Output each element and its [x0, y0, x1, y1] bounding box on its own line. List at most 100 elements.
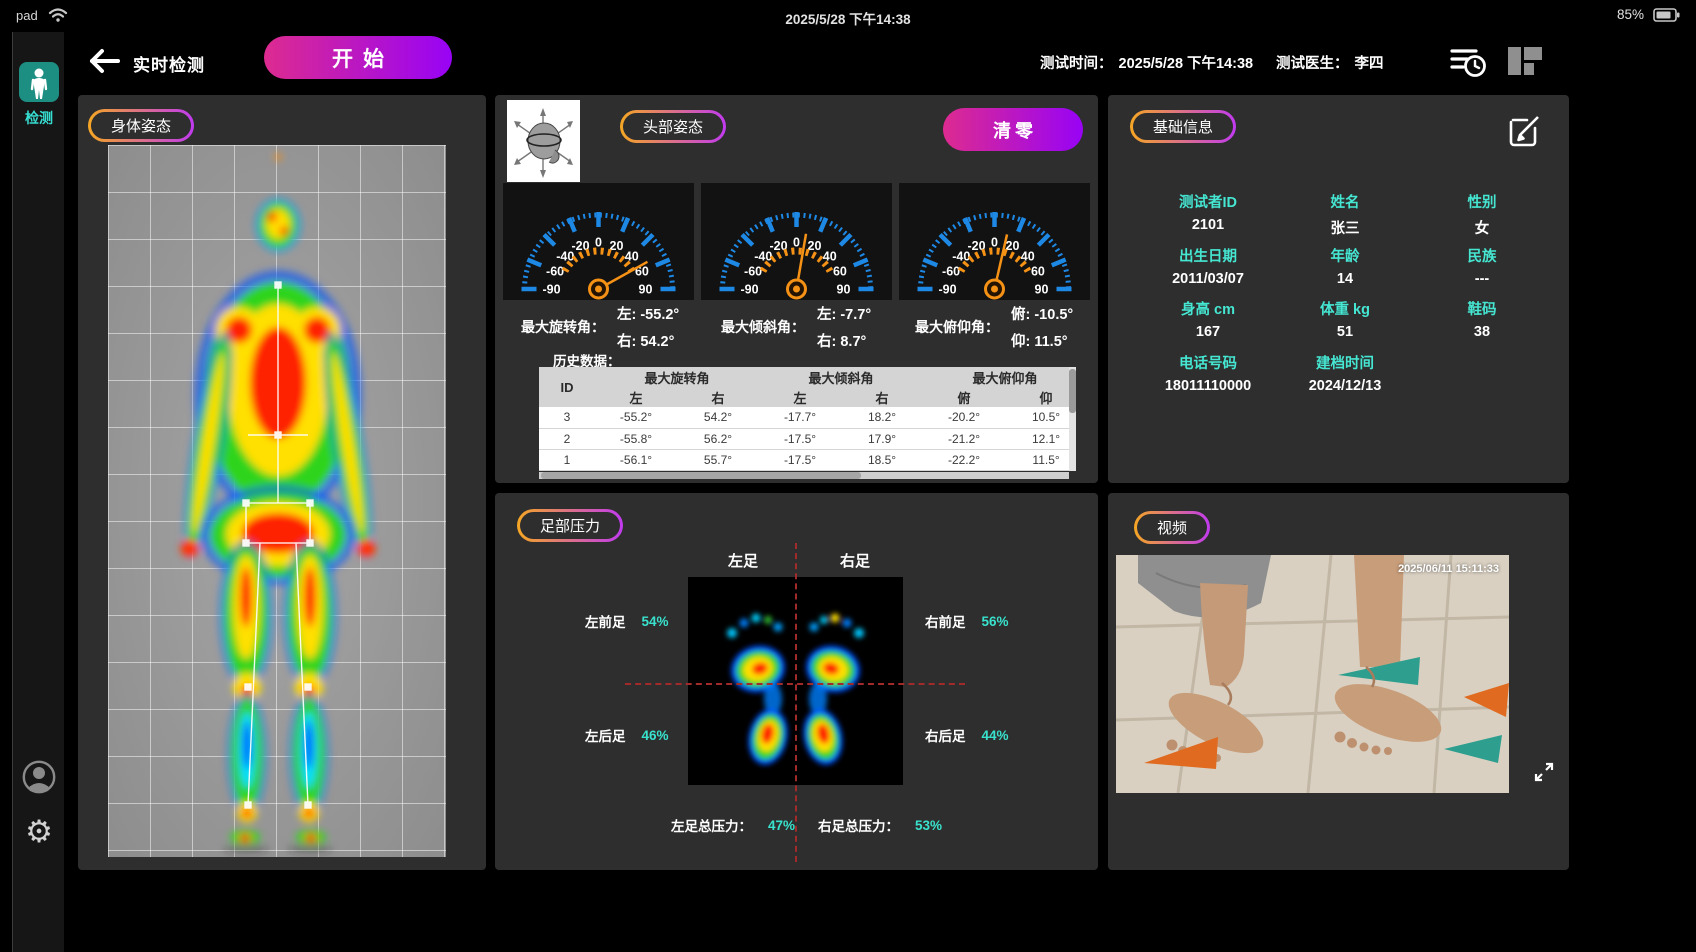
test-doctor-label: 测试医生： [1276, 56, 1349, 72]
crosshair-horizontal [625, 683, 965, 685]
status-bar: pad 2025/5/28 下午14:38 85% [0, 0, 1696, 32]
svg-text:-90: -90 [542, 283, 560, 297]
head-axes-thumbnail [507, 100, 580, 182]
field-label: 体重 kg [1275, 298, 1415, 319]
history-table: ID 最大旋转角 最大倾斜角 最大俯仰角 左 右 左 右 俯 仰 3-55.2°… [539, 367, 1069, 471]
col-group-tilt: 最大倾斜角 [759, 367, 923, 387]
head-posture-panel: 头部姿态 清零 -90-60-40-20020406090 -90-60-40-… [495, 95, 1098, 483]
right-rearfoot-metric: 右后足44% [925, 725, 1009, 745]
table-row: 3-55.2°54.2°-17.7°18.2°-20.2°10.5° [539, 407, 1069, 428]
left-rearfoot-metric: 左后足46% [585, 725, 669, 745]
edit-icon[interactable] [1505, 113, 1541, 149]
start-button[interactable]: 开始 [264, 36, 452, 79]
field-value: 38 [1412, 324, 1552, 340]
field-label: 鞋码 [1412, 298, 1552, 319]
field-label: 测试者ID [1138, 191, 1278, 212]
field-value: 14 [1275, 271, 1415, 287]
body-heatmap-figure [108, 145, 446, 857]
sidebar-item-detect-label: 检测 [13, 108, 65, 128]
max-rotation-metric: 最大旋转角： 左: -55.2° 右: 54.2° [521, 303, 679, 351]
svg-text:-60: -60 [942, 265, 960, 279]
metric-label: 最大俯仰角： [915, 317, 999, 337]
metric-pitch-down-value: 俯: -10.5° [1011, 303, 1073, 324]
svg-text:90: 90 [1035, 283, 1049, 297]
svg-text:-90: -90 [938, 283, 956, 297]
right-total-pressure: 右足总压力：53% [818, 815, 942, 835]
video-timestamp: 2025/06/11 15:11:33 [1398, 563, 1499, 575]
field-value: 2024/12/13 [1275, 378, 1415, 394]
svg-text:-60: -60 [546, 265, 564, 279]
max-pitch-gauge: -90-60-40-20020406090 [899, 183, 1090, 300]
right-foot-label: 右足 [810, 550, 900, 571]
col-group-pitch: 最大俯仰角 [923, 367, 1069, 387]
svg-text:90: 90 [639, 283, 653, 297]
foot-pressure-panel: 足部压力 左足 右足 [495, 493, 1098, 870]
svg-text:20: 20 [1006, 239, 1020, 253]
basic-info-panel: 基础信息 测试者ID 姓名 性别 2101 张三 女 出生日期 年龄 民族 20… [1108, 95, 1569, 483]
field-label: 民族 [1412, 245, 1552, 266]
metric-label: 最大倾斜角： [721, 317, 805, 337]
video-title-pill: 视频 [1134, 511, 1210, 544]
fullscreen-expand-icon[interactable] [1533, 761, 1555, 783]
header: 实时检测 开始 测试时间： 2025/5/28 下午14:38 测试医生： 李四 [0, 32, 1696, 92]
video-feed: 2025/06/11 15:11:33 [1116, 555, 1509, 793]
col-sub: 左 [759, 387, 841, 407]
page-title: 实时检测 [133, 51, 205, 76]
test-time-value: 2025/5/28 下午14:38 [1119, 56, 1254, 72]
foot-pressure-title-pill: 足部压力 [517, 509, 623, 542]
sidebar-item-detect[interactable] [19, 62, 59, 102]
metric-right-value: 右: 8.7° [817, 330, 871, 351]
body-posture-title: 身体姿态 [91, 112, 191, 139]
svg-text:40: 40 [823, 249, 837, 263]
crosshair-vertical [795, 543, 797, 862]
clear-button[interactable]: 清零 [943, 108, 1083, 151]
back-button[interactable] [86, 46, 122, 76]
video-title: 视频 [1137, 514, 1207, 541]
field-value: 2011/03/07 [1138, 271, 1278, 287]
field-label: 性别 [1412, 191, 1552, 212]
video-panel: 视频 [1108, 493, 1569, 870]
field-value: 张三 [1275, 217, 1415, 238]
layout-grid-icon[interactable] [1506, 42, 1544, 80]
field-value: 18011110000 [1138, 378, 1278, 394]
table-vertical-scrollbar[interactable] [1069, 367, 1076, 471]
max-rotation-gauge: -90-60-40-20020406090 [503, 183, 694, 300]
col-sub: 右 [677, 387, 759, 407]
svg-text:60: 60 [833, 265, 847, 279]
table-horizontal-scrollbar[interactable] [539, 472, 1069, 479]
test-time-label: 测试时间： [1040, 56, 1113, 72]
user-profile-icon[interactable] [22, 760, 56, 794]
col-sub: 右 [841, 387, 923, 407]
field-value: 167 [1138, 324, 1278, 340]
col-group-rotation: 最大旋转角 [595, 367, 759, 387]
person-icon [19, 62, 59, 102]
battery-percent: 85% [1617, 7, 1644, 22]
field-label: 出生日期 [1138, 245, 1278, 266]
settings-gear-icon[interactable]: ⚙ [19, 812, 59, 852]
col-sub: 左 [595, 387, 677, 407]
history-report-icon[interactable] [1449, 42, 1487, 80]
col-sub: 俯 [923, 387, 1005, 407]
table-row: 2-55.8°56.2°-17.5°17.9°-21.2°12.1° [539, 428, 1069, 449]
basic-info-title-pill: 基础信息 [1130, 110, 1236, 143]
metric-pitch-up-value: 仰: 11.5° [1011, 330, 1073, 351]
svg-text:-60: -60 [744, 265, 762, 279]
field-value: 2101 [1138, 217, 1278, 233]
body-posture-title-pill: 身体姿态 [88, 109, 194, 142]
sidebar: 检测 ⚙ [12, 32, 64, 952]
field-value: 女 [1412, 217, 1552, 238]
test-doctor: 测试医生： 李四 [1276, 52, 1384, 73]
field-value: --- [1412, 271, 1552, 287]
svg-text:0: 0 [793, 236, 800, 250]
col-id: ID [539, 367, 595, 407]
head-posture-title: 头部姿态 [623, 113, 723, 140]
test-doctor-value: 李四 [1355, 56, 1384, 72]
svg-text:40: 40 [625, 249, 639, 263]
table-row: 1-56.1°55.7°-17.5°18.5°-22.2°11.5° [539, 449, 1069, 470]
body-posture-panel: 身体姿态 [78, 95, 486, 870]
svg-text:60: 60 [1031, 265, 1045, 279]
svg-text:0: 0 [991, 236, 998, 250]
svg-text:-90: -90 [740, 283, 758, 297]
test-time: 测试时间： 2025/5/28 下午14:38 [1040, 52, 1253, 73]
statusbar-datetime: 2025/5/28 下午14:38 [0, 8, 1696, 28]
